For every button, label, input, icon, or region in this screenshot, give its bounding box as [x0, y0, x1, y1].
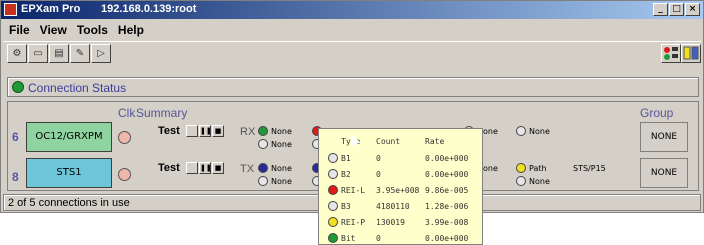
alarm-led	[516, 163, 526, 173]
error-count-tooltip: Type Count Rate B1 0 0.00e+000 B2 0 0.00…	[318, 128, 483, 245]
col-header-summary: Summary	[136, 106, 188, 120]
title-bar: EPXam Pro 192.168.0.139:root _ □ ×	[1, 1, 703, 19]
database-icon[interactable]: ▤	[49, 44, 69, 63]
error-rate: 0.00e+000	[425, 154, 469, 163]
error-rate: 0.00e+000	[425, 234, 469, 243]
maximize-button[interactable]: □	[669, 3, 684, 16]
direction-label: RX	[240, 126, 256, 138]
tooltip-header-rate: Rate	[425, 137, 445, 146]
test-label: Test	[158, 125, 180, 137]
error-type: REI-L	[341, 186, 366, 195]
error-type: REI-P	[341, 218, 366, 227]
status-led-icon	[328, 169, 338, 179]
error-count: 0	[376, 154, 381, 163]
play-icon[interactable]: ▷	[91, 44, 111, 63]
direction-label: TX	[240, 163, 255, 175]
app-title: EPXam Pro	[21, 3, 81, 15]
connect-icon[interactable]: ⚙	[7, 44, 27, 63]
col-header-group: Group	[640, 106, 674, 120]
tooltip-row: REI-L 3.95e+008 9.86e-005	[319, 183, 484, 199]
alarm-led	[258, 139, 268, 149]
menu-help[interactable]: Help	[118, 21, 144, 39]
led-label: None	[271, 140, 292, 149]
stop-icon[interactable]	[186, 125, 198, 137]
tooltip-row: REI-P 130019 3.99e-008	[319, 215, 484, 231]
led-label: None	[529, 127, 550, 136]
error-rate: 1.28e-006	[425, 202, 469, 211]
stop-icon[interactable]	[186, 162, 198, 174]
menu-bar: File View Tools Help	[3, 21, 144, 39]
alarm-led	[258, 126, 268, 136]
connection-status-label: Connection Status	[28, 81, 127, 95]
pause-icon[interactable]: ❚❚	[199, 162, 212, 174]
status-ok-icon	[12, 81, 24, 93]
alarm-led	[516, 176, 526, 186]
app-logo-icon	[4, 3, 17, 16]
group-box[interactable]: NONE	[640, 158, 688, 188]
col-header-clk: Clk	[118, 106, 136, 120]
error-count: 130019	[376, 218, 405, 227]
card-icon[interactable]: ▭	[28, 44, 48, 63]
status-led-icon	[328, 153, 338, 163]
path-label: STS/P15	[573, 164, 606, 173]
error-rate: 9.86e-005	[425, 186, 469, 195]
led-label: None	[529, 177, 550, 186]
port-box[interactable]: OC12/GRXPM	[26, 122, 112, 152]
status-led-icon	[328, 201, 338, 211]
menu-tools[interactable]: Tools	[77, 21, 108, 39]
toolbar: ⚙ ▭ ▤ ✎ ▷	[3, 41, 701, 65]
error-rate: 3.99e-008	[425, 218, 469, 227]
tooltip-row: B2 0 0.00e+000	[319, 167, 484, 183]
alarm-led	[516, 126, 526, 136]
clock-indicator	[118, 168, 131, 181]
status-text: 2 of 5 connections in use	[8, 197, 130, 209]
led-label: None	[271, 164, 292, 173]
status-led-icon	[328, 185, 338, 195]
error-count: 0	[376, 234, 381, 243]
connection-status-header[interactable]: Connection Status	[7, 77, 699, 97]
menu-file[interactable]: File	[9, 21, 30, 39]
led-label: None	[271, 177, 292, 186]
host-address: 192.168.0.139:root	[101, 3, 197, 15]
tooltip-row: B3 4180110 1.28e-006	[319, 199, 484, 215]
error-type: B2	[341, 170, 351, 179]
error-count: 4180110	[376, 202, 410, 211]
minimize-button[interactable]: _	[653, 3, 668, 16]
tooltip-row: B1 0 0.00e+000	[319, 151, 484, 167]
menu-view[interactable]: View	[40, 21, 67, 39]
error-type: B1	[341, 154, 351, 163]
grid-icon[interactable]	[681, 44, 701, 63]
record-icon[interactable]: ■	[212, 125, 224, 137]
led-label: None	[271, 127, 292, 136]
status-led-icon	[328, 217, 338, 227]
record-icon[interactable]: ■	[212, 162, 224, 174]
edit-icon[interactable]: ✎	[70, 44, 90, 63]
port-box[interactable]: STS1	[26, 158, 112, 188]
error-count: 0	[376, 170, 381, 179]
row-number: 6	[12, 130, 19, 144]
error-type: Bit	[341, 234, 356, 243]
error-count: 3.95e+008	[376, 186, 420, 195]
led-label: Path	[529, 164, 547, 173]
clock-indicator	[118, 131, 131, 144]
error-type: B3	[341, 202, 351, 211]
close-button[interactable]: ×	[685, 3, 700, 16]
error-rate: 0.00e+000	[425, 170, 469, 179]
group-box[interactable]: NONE	[640, 122, 688, 152]
alarm-led	[258, 163, 268, 173]
pause-icon[interactable]: ❚❚	[199, 125, 212, 137]
tooltip-header-count: Count	[376, 137, 401, 146]
row-number: 8	[12, 170, 19, 184]
status-led-icon	[328, 233, 338, 243]
test-label: Test	[158, 162, 180, 174]
leds-icon[interactable]	[661, 44, 681, 63]
tooltip-row: Bit 0 0.00e+000	[319, 231, 484, 245]
alarm-led	[258, 176, 268, 186]
